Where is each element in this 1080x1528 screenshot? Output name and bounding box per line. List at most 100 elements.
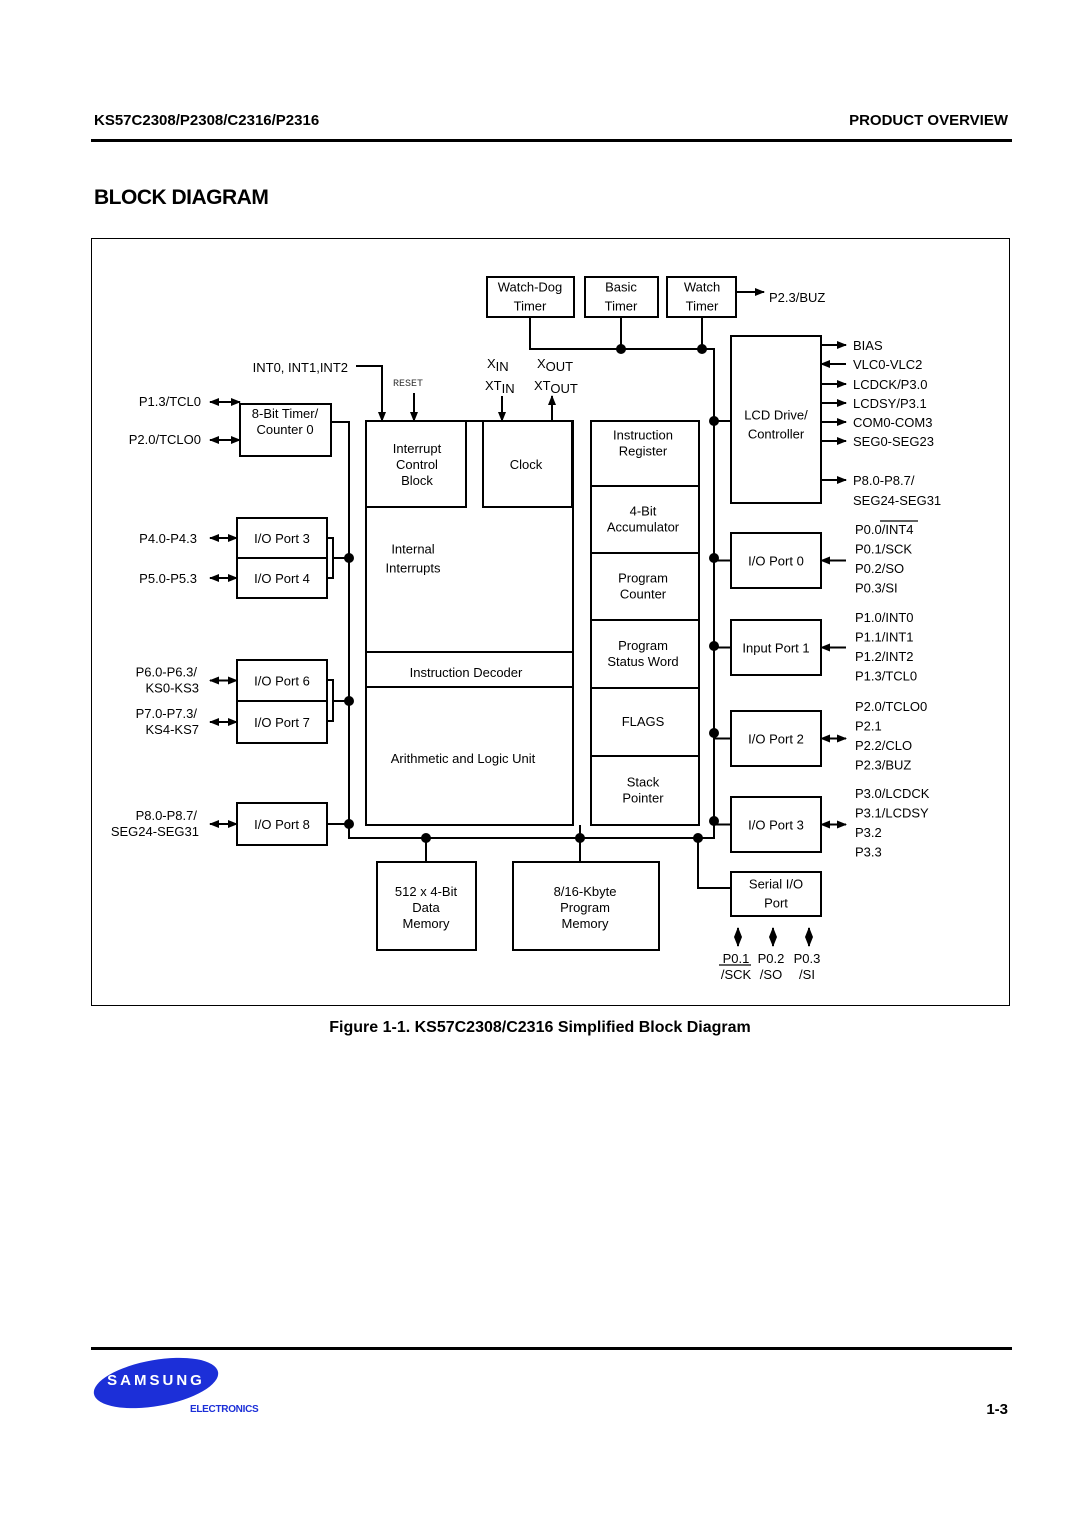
right-port-pin-label: P3.1/LCDSY — [855, 806, 929, 821]
data-memory-label: 512 x 4-Bit — [395, 884, 458, 899]
register-label: Register — [619, 444, 668, 459]
lcd-signal-label: P8.0-P8.7/ — [853, 473, 915, 488]
internal-interrupts-label: Internal — [391, 542, 434, 557]
left-port-pin-label: P4.0-P4.3 — [139, 531, 197, 546]
lcd-signal-label: SEG24-SEG31 — [853, 493, 941, 508]
serial-pin-label: P0.3 — [794, 951, 821, 966]
left-io-port-label: I/O Port 8 — [254, 817, 310, 832]
timer-pin-label: P1.3/TCL0 — [139, 394, 201, 409]
serial-pin-label: P0.1 — [723, 951, 750, 966]
right-io-port-label: I/O Port 2 — [748, 732, 804, 747]
junction-dot — [693, 833, 703, 843]
serial-io-wire — [697, 838, 731, 889]
timer-counter-label: 8-Bit Timer/ — [252, 406, 319, 421]
right-port-pin-label: P0.0/INT4 — [855, 522, 914, 537]
basic-timer-label: Timer — [605, 299, 638, 314]
figure-caption: Figure 1-1. KS57C2308/C2316 Simplified B… — [329, 1019, 751, 1036]
data-memory-label: Data — [412, 900, 440, 915]
interrupt-inputs-label: INT0, INT1,INT2 — [253, 360, 348, 375]
right-port-pin-label: P0.3/SI — [855, 581, 898, 596]
junction-dot — [575, 833, 585, 843]
footer-rule — [91, 1347, 1012, 1350]
program-memory-label: Program — [560, 900, 610, 915]
lcd-signal-label: LCDSY/P3.1 — [853, 396, 927, 411]
block-diagram: Watch-Dog Timer Basic Timer Watch Timer P2.3/B… — [111, 276, 941, 982]
junction-dot — [344, 553, 354, 563]
right-port-pin-label: P1.3/TCL0 — [855, 669, 917, 684]
right-port-pin-label: P1.0/INT0 — [855, 610, 914, 625]
junction-dot — [344, 819, 354, 829]
lcd-signal-label: VLC0-VLC2 — [853, 357, 922, 372]
junction-dot — [709, 553, 719, 563]
serial-pin-label: P0.2 — [758, 951, 785, 966]
junction-dot — [709, 641, 719, 651]
junction-dot — [709, 416, 719, 426]
right-port-pin-label: P1.2/INT2 — [855, 649, 914, 664]
lcd-controller-label: Controller — [748, 427, 805, 442]
serial-pin-label: /SI — [799, 967, 815, 982]
junction-dot — [344, 696, 354, 706]
register-label: Accumulator — [607, 520, 680, 535]
xtout-label: XTOUT — [534, 378, 578, 396]
lcd-controller-label: LCD Drive/ — [744, 408, 808, 423]
left-io-port-label: I/O Port 6 — [254, 674, 310, 689]
interrupt-input-wire — [356, 365, 386, 422]
left-port-pin-label: KS4-KS7 — [146, 722, 199, 737]
page-number: 1-3 — [986, 1401, 1008, 1418]
watchdog-timer-label: Watch-Dog — [498, 280, 563, 295]
left-port-pin-label: KS0-KS3 — [146, 681, 199, 696]
lcd-signal-label: COM0-COM3 — [853, 415, 932, 430]
timer-counter-label: Counter 0 — [256, 422, 313, 437]
left-io-port-label: I/O Port 4 — [254, 571, 310, 586]
serial-pin-label: /SCK — [721, 967, 752, 982]
right-io-port-label: I/O Port 3 — [748, 818, 804, 833]
right-io-port-label: Input Port 1 — [742, 641, 809, 656]
xtin-label: XTIN — [485, 378, 515, 396]
right-port-pin-label: P2.3/BUZ — [855, 758, 911, 773]
basic-timer-label: Basic — [605, 280, 637, 295]
reset-label: RESET — [393, 379, 423, 390]
register-label: Status Word — [607, 654, 678, 669]
lcd-signal-label: LCDCK/P3.0 — [853, 377, 927, 392]
register-label: 4-Bit — [630, 504, 657, 519]
logo-text: SAMSUNG — [107, 1372, 205, 1389]
left-io-port-label: I/O Port 7 — [254, 715, 310, 730]
right-port-pin-label: P2.2/CLO — [855, 738, 912, 753]
register-label: Program — [618, 638, 668, 653]
right-port-pin-label: P3.0/LCDCK — [855, 786, 930, 801]
left-io-port-label: I/O Port 3 — [254, 531, 310, 546]
right-port-pin-label: P0.1/SCK — [855, 542, 912, 557]
register-label: Counter — [620, 587, 667, 602]
logo-subtitle: ELECTRONICS — [190, 1404, 259, 1415]
interrupt-control-label: Control — [396, 457, 438, 472]
alu-label: Arithmetic and Logic Unit — [391, 751, 536, 766]
interrupt-control-label: Interrupt — [393, 441, 442, 456]
junction-dot — [616, 344, 626, 354]
left-port-pin-label: P6.0-P6.3/ — [136, 665, 198, 680]
internal-interrupts-label: Interrupts — [386, 561, 441, 576]
left-port-pin-label: SEG24-SEG31 — [111, 824, 199, 839]
junction-dot — [709, 816, 719, 826]
left-port-pin-label: P5.0-P5.3 — [139, 571, 197, 586]
right-port-pin-label: P2.0/TCLO0 — [855, 699, 927, 714]
right-port-pin-label: P0.2/SO — [855, 561, 904, 576]
watchdog-timer-label: Timer — [514, 299, 547, 314]
register-label: Instruction — [613, 428, 673, 443]
samsung-logo: SAMSUNG — [89, 1349, 223, 1417]
program-memory-label: Memory — [562, 916, 609, 931]
register-label: FLAGS — [622, 714, 665, 729]
junction-dot — [709, 728, 719, 738]
lcd-signal-label: BIAS — [853, 338, 883, 353]
lcd-signal-label: SEG0-SEG23 — [853, 434, 934, 449]
instruction-decoder-label: Instruction Decoder — [410, 665, 523, 680]
xin-label: XIN — [487, 356, 509, 374]
junction-dot — [421, 833, 431, 843]
register-label: Stack — [627, 775, 660, 790]
right-port-pin-label: P3.2 — [855, 825, 882, 840]
watch-timer-label: Timer — [686, 299, 719, 314]
serial-io-label: Serial I/O — [749, 877, 803, 892]
right-port-pin-label: P3.3 — [855, 845, 882, 860]
left-port-pin-label: P7.0-P7.3/ — [136, 706, 198, 721]
right-port-pin-label: P1.1/INT1 — [855, 630, 914, 645]
register-label: Program — [618, 571, 668, 586]
